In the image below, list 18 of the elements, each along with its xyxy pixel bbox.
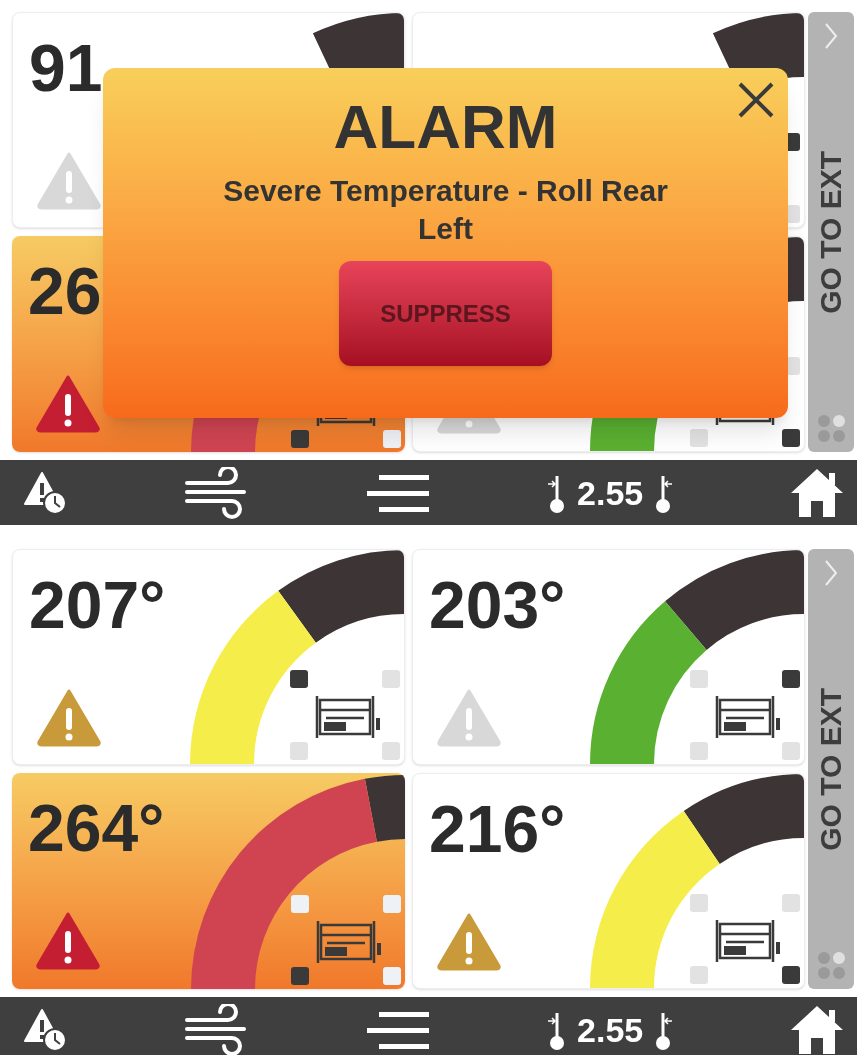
temperature-value: 207° [29, 572, 166, 638]
gap-reading: 2.55 [577, 1012, 644, 1047]
temperature-card[interactable]: 216° [412, 773, 805, 989]
go-to-ext-label: GO TO EXT [816, 688, 846, 851]
temperature-value: 203° [429, 572, 566, 638]
temperature-value: 264° [28, 795, 165, 861]
gap-reading: 2.55 [577, 475, 644, 510]
temperature-value: 91 [29, 35, 103, 101]
temperature-value: 216° [429, 796, 566, 862]
go-to-ext-label: GO TO EXT [816, 151, 846, 314]
temperature-value: 26 [28, 258, 102, 324]
alarm-message: Severe Temperature - Roll Rear Left [222, 173, 669, 247]
temperature-card[interactable]: 264° [12, 773, 405, 989]
go-to-ext-panel[interactable]: GO TO EXT [808, 12, 854, 452]
alarm-title: ALARM [333, 96, 558, 158]
temperature-card[interactable]: 203° [412, 549, 805, 765]
temperature-card[interactable]: 207° [12, 549, 405, 765]
go-to-ext-panel[interactable]: GO TO EXT [808, 549, 854, 989]
